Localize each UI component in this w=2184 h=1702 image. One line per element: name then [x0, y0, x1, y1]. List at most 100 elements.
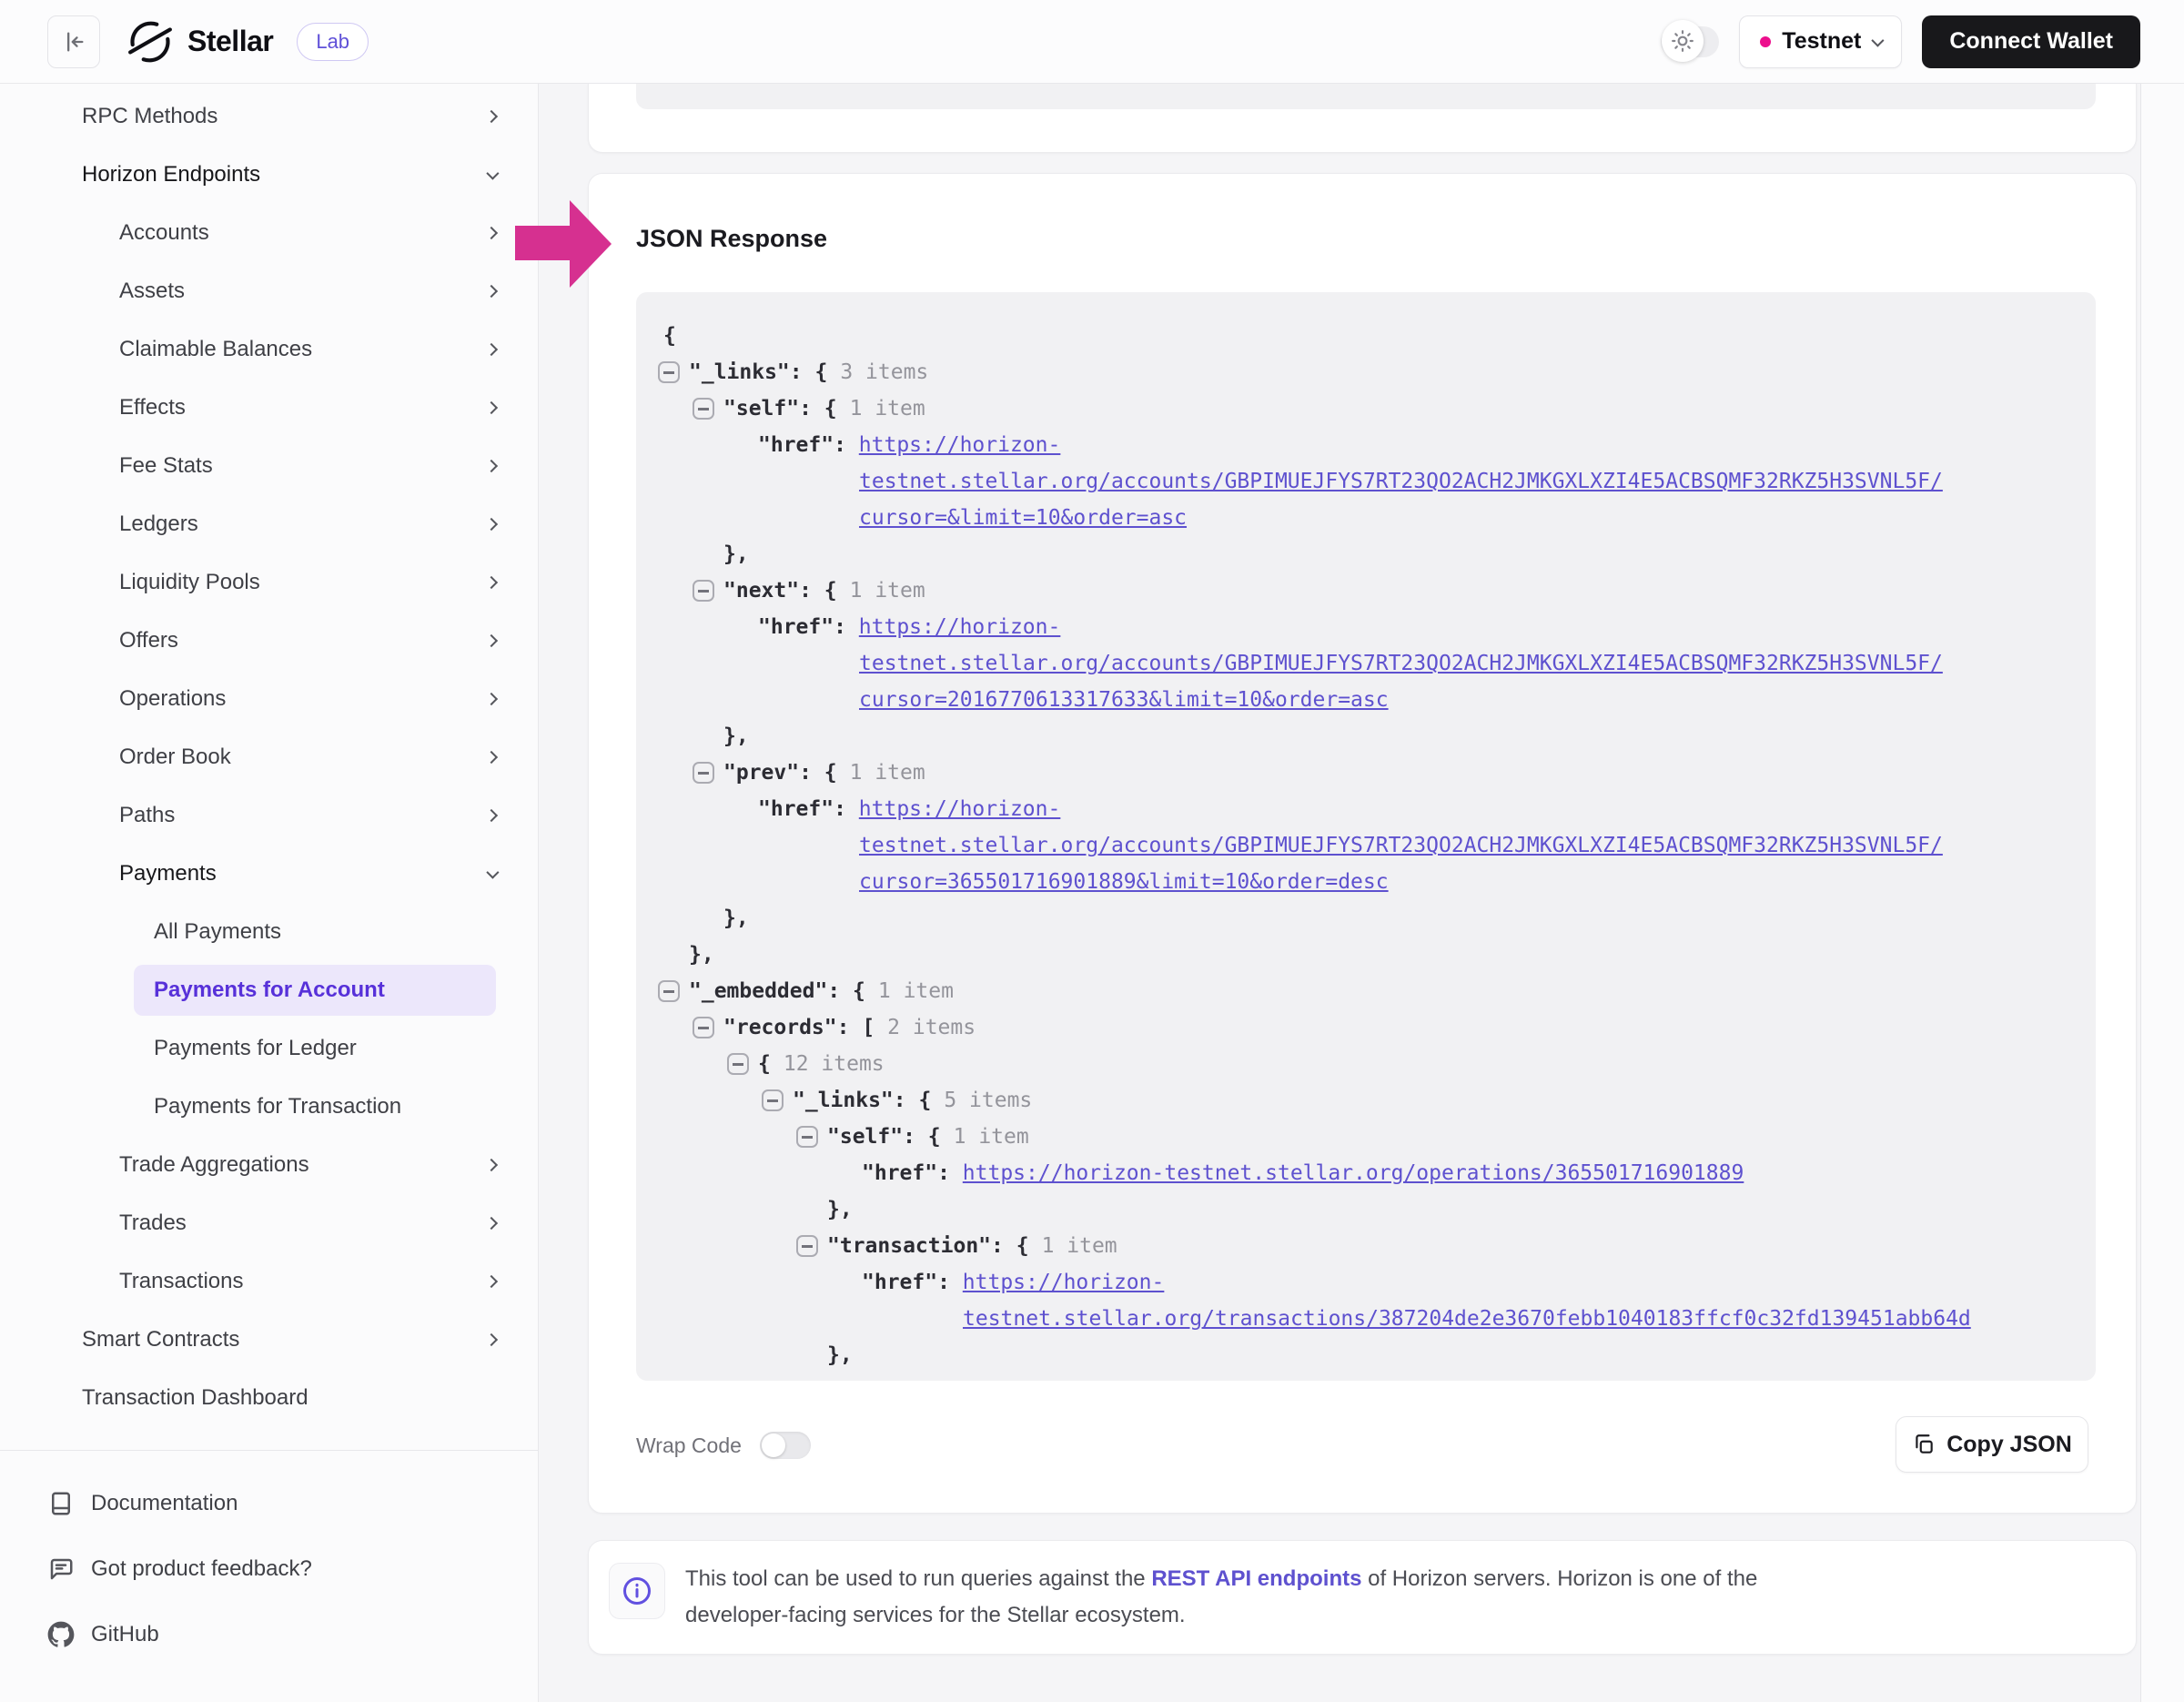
- json-link[interactable]: testnet.stellar.org/accounts/GBPIMUEJFYS…: [859, 652, 1943, 675]
- collapse-node-icon[interactable]: [658, 980, 680, 1002]
- json-code-line: "prev": {1 item: [658, 755, 2074, 791]
- collapse-node-icon[interactable]: [658, 361, 680, 383]
- collapse-node-icon[interactable]: [796, 1126, 818, 1148]
- json-code-line: "href": https://horizon-: [658, 1264, 2074, 1301]
- lab-badge: Lab: [297, 23, 369, 61]
- brand-name: Stellar: [187, 25, 273, 58]
- json-token: {: [663, 324, 676, 348]
- json-code-viewer[interactable]: {"_links": {3 items"self": {1 item"href"…: [636, 292, 2096, 1381]
- json-link[interactable]: https://horizon-: [859, 433, 1061, 457]
- collapse-node-icon[interactable]: [693, 580, 714, 602]
- collapse-node-icon[interactable]: [727, 1053, 749, 1075]
- sidebar-item-transactions[interactable]: Transactions: [0, 1252, 538, 1311]
- collapse-node-icon[interactable]: [796, 1235, 818, 1257]
- json-token: "next": [723, 579, 799, 603]
- sidebar-item-trades[interactable]: Trades: [0, 1194, 538, 1252]
- collapse-node-icon[interactable]: [693, 398, 714, 420]
- json-token: : [: [837, 1016, 875, 1039]
- brand[interactable]: Stellar Lab: [127, 19, 369, 65]
- sidebar-item-label: Effects: [119, 395, 186, 420]
- collapse-node-icon[interactable]: [693, 1017, 714, 1038]
- sidebar-item-all-payments[interactable]: All Payments: [0, 903, 538, 961]
- connect-wallet-button[interactable]: Connect Wallet: [1922, 15, 2140, 68]
- json-link[interactable]: https://horizon-testnet.stellar.org/oper…: [963, 1161, 1744, 1185]
- json-token: "_links": [793, 1089, 894, 1112]
- json-token: : {: [991, 1234, 1029, 1258]
- json-token: :: [834, 615, 859, 639]
- wrap-code-toggle[interactable]: [760, 1432, 811, 1459]
- sidebar-item-ledgers[interactable]: Ledgers: [0, 495, 538, 553]
- json-link[interactable]: testnet.stellar.org/transactions/387204d…: [963, 1307, 1971, 1331]
- json-link[interactable]: testnet.stellar.org/accounts/GBPIMUEJFYS…: [859, 470, 1943, 493]
- sidebar-footer-documentation[interactable]: Documentation: [0, 1471, 538, 1536]
- json-link[interactable]: https://horizon-: [963, 1271, 1165, 1294]
- json-code-line: "transaction": {1 item: [658, 1228, 2074, 1264]
- sidebar-footer-got-product-feedback[interactable]: Got product feedback?: [0, 1536, 538, 1602]
- json-token: :: [937, 1161, 963, 1185]
- sidebar-item-operations[interactable]: Operations: [0, 670, 538, 728]
- json-code-line: testnet.stellar.org/accounts/GBPIMUEJFYS…: [658, 463, 2074, 500]
- sidebar-item-effects[interactable]: Effects: [0, 379, 538, 437]
- sidebar-nav: RPC MethodsHorizon EndpointsAccountsAsse…: [0, 84, 538, 1427]
- chevron-right-icon: [485, 401, 498, 414]
- json-code-line: },: [658, 536, 2074, 572]
- sidebar-item-label: Claimable Balances: [119, 337, 312, 362]
- chevron-down-icon: [1872, 34, 1885, 46]
- json-code-line: cursor=365501716901889&limit=10&order=de…: [658, 864, 2074, 900]
- sidebar-item-paths[interactable]: Paths: [0, 786, 538, 845]
- network-selector[interactable]: Testnet: [1739, 15, 1902, 68]
- sidebar-item-label: Offers: [119, 628, 178, 653]
- json-token: },: [827, 1198, 853, 1221]
- feedback-icon: [47, 1555, 75, 1583]
- sidebar-item-label: Fee Stats: [119, 453, 213, 479]
- json-link[interactable]: https://horizon-: [859, 797, 1061, 821]
- collapse-node-icon[interactable]: [693, 762, 714, 784]
- sidebar-item-offers[interactable]: Offers: [0, 612, 538, 670]
- json-token: },: [723, 724, 749, 748]
- sidebar-item-fee-stats[interactable]: Fee Stats: [0, 437, 538, 495]
- sidebar-item-payments-for-account[interactable]: Payments for Account: [134, 965, 496, 1016]
- sidebar-item-claimable-balances[interactable]: Claimable Balances: [0, 320, 538, 379]
- sidebar-item-accounts[interactable]: Accounts: [0, 204, 538, 262]
- sidebar-item-payments-for-transaction[interactable]: Payments for Transaction: [0, 1078, 538, 1136]
- sidebar-item-trade-aggregations[interactable]: Trade Aggregations: [0, 1136, 538, 1194]
- sidebar-item-liquidity-pools[interactable]: Liquidity Pools: [0, 553, 538, 612]
- json-link[interactable]: cursor=&limit=10&order=asc: [859, 506, 1187, 530]
- json-code-line: },: [658, 900, 2074, 937]
- rest-api-endpoints-link[interactable]: REST API endpoints: [1151, 1566, 1361, 1591]
- collapse-sidebar-button[interactable]: [47, 15, 100, 68]
- json-link[interactable]: https://horizon-: [859, 615, 1061, 639]
- sidebar-item-assets[interactable]: Assets: [0, 262, 538, 320]
- sidebar-item-horizon-endpoints[interactable]: Horizon Endpoints: [0, 146, 538, 204]
- chevron-right-icon: [485, 343, 498, 356]
- sidebar-item-order-book[interactable]: Order Book: [0, 728, 538, 786]
- app-header: Stellar Lab Testnet Connect Wallet: [0, 0, 2184, 84]
- sidebar-item-payments[interactable]: Payments: [0, 845, 538, 903]
- json-code-line: "href": https://horizon-testnet.stellar.…: [658, 1155, 2074, 1191]
- sidebar-item-smart-contracts[interactable]: Smart Contracts: [0, 1311, 538, 1369]
- json-token: "self": [723, 397, 799, 420]
- json-link[interactable]: cursor=2016770613317633&limit=10&order=a…: [859, 688, 1389, 712]
- json-item-count: 1 item: [954, 1125, 1029, 1149]
- json-link[interactable]: testnet.stellar.org/accounts/GBPIMUEJFYS…: [859, 834, 1943, 857]
- info-note-line2: developer-facing services for the Stella…: [685, 1603, 1186, 1627]
- sidebar-item-payments-for-ledger[interactable]: Payments for Ledger: [0, 1019, 538, 1078]
- copy-json-button[interactable]: Copy JSON: [1896, 1416, 2088, 1473]
- previous-card-partial: [588, 84, 2137, 153]
- json-token: "prev": [723, 761, 799, 785]
- json-token: : {: [799, 397, 837, 420]
- theme-toggle-knob[interactable]: [1662, 20, 1704, 62]
- theme-toggle[interactable]: [1661, 26, 1719, 57]
- sidebar-item-transaction-dashboard[interactable]: Transaction Dashboard: [0, 1369, 538, 1427]
- info-note-text: This tool can be used to run queries aga…: [685, 1561, 1757, 1634]
- sidebar-footer-github[interactable]: GitHub: [0, 1602, 538, 1667]
- json-code-line: "_links": {5 items: [658, 1082, 2074, 1119]
- sidebar-item-rpc-methods[interactable]: RPC Methods: [0, 87, 538, 146]
- json-token: : {: [799, 761, 837, 785]
- json-item-count: 1 item: [850, 397, 925, 420]
- json-token: "_links": [689, 360, 790, 384]
- collapse-node-icon[interactable]: [762, 1089, 784, 1111]
- wrap-code-toggle-knob[interactable]: [762, 1434, 785, 1457]
- scrollbar-gutter[interactable]: [2140, 84, 2184, 1702]
- json-link[interactable]: cursor=365501716901889&limit=10&order=de…: [859, 870, 1389, 894]
